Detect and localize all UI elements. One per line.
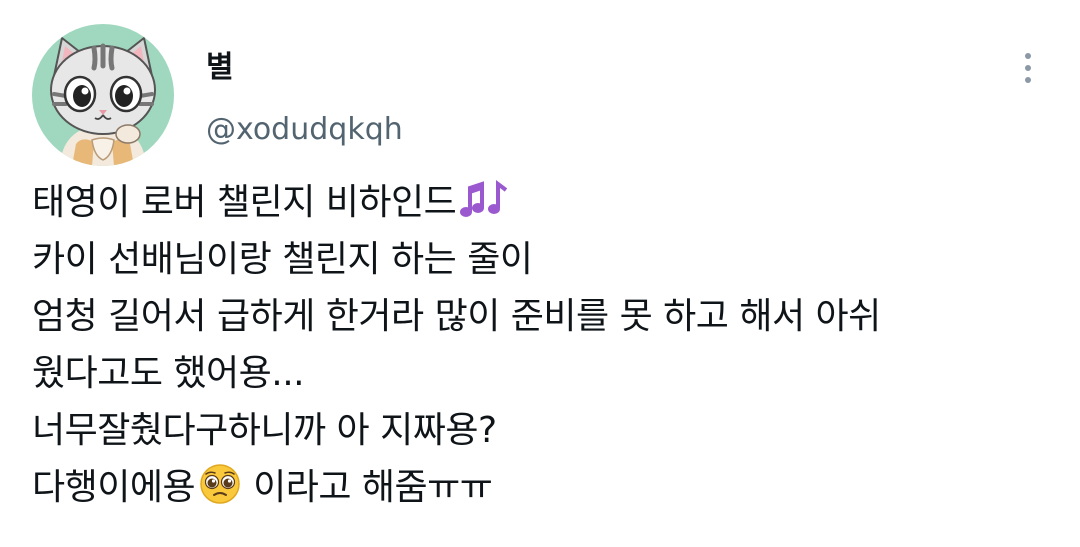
more-vertical-icon <box>1025 53 1031 59</box>
more-vertical-icon-dot <box>1025 77 1031 83</box>
tweet-line: 엄청 길어서 급하게 한거라 많이 준비를 못 하고 해서 아쉬 <box>32 296 881 337</box>
more-options-button[interactable] <box>1008 44 1048 92</box>
tweet-header: 별 @xodudqkqh <box>32 24 1048 168</box>
tweet-line-text: 이라고 해줌ㅠㅠ <box>253 467 493 508</box>
avatar[interactable] <box>32 24 174 166</box>
musical-notes-icon <box>460 180 510 220</box>
tweet-line: 웠다고도 했어용... <box>32 353 305 394</box>
display-name[interactable]: 별 <box>206 48 234 88</box>
tweet-line: 너무잘췄다구하니까 아 지짜용? <box>32 410 497 451</box>
tweet-line-text: 다행이에용 <box>32 467 196 508</box>
pleading-face-icon <box>199 463 241 505</box>
tweet-line: 태영이 로버 챌린지 비하인드 <box>32 174 1052 231</box>
tweet-line-text: 태영이 로버 챌린지 비하인드 <box>32 182 457 223</box>
tweet-line: 카이 선배님이랑 챌린지 하는 줄이 <box>32 239 533 280</box>
more-vertical-icon-dot <box>1025 65 1031 71</box>
tweet-line: 다행이에용 이라고 해줌ㅠㅠ <box>32 459 1052 516</box>
tweet-text: 태영이 로버 챌린지 비하인드 카이 선배님이랑 챌린지 하는 줄이 엄청 길어… <box>32 174 1052 516</box>
user-handle[interactable]: @xodudqkqh <box>206 110 403 150</box>
cat-cartoon-icon <box>50 36 156 166</box>
